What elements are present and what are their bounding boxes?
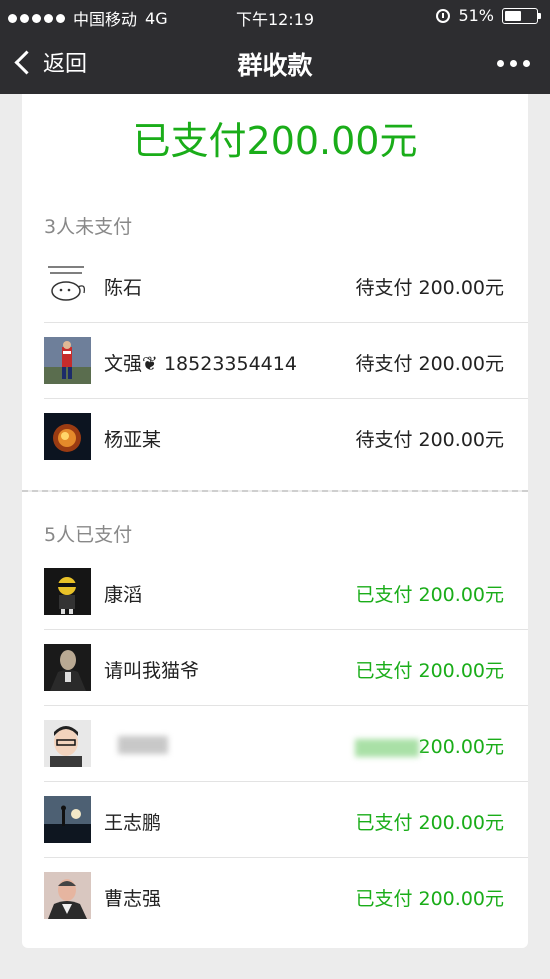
member-name: 曹志强 <box>104 888 162 910</box>
avatar <box>44 413 91 460</box>
more-dot-icon <box>510 60 517 67</box>
avatar <box>44 337 91 384</box>
alarm-icon <box>436 8 451 23</box>
nav-bar: 返回 群收款 <box>0 32 550 94</box>
payment-status: 已支付 200.00元 <box>355 660 504 682</box>
payment-status: 已支付 200.00元 <box>355 888 504 910</box>
total-paid-amount: 已支付200.00元 <box>132 119 418 163</box>
member-name: 康滔 <box>104 584 143 606</box>
battery-icon <box>502 7 541 24</box>
member-name-redacted <box>118 736 168 754</box>
avatar <box>44 872 91 919</box>
member-name: 王志鹏 <box>104 812 162 834</box>
payment-status: 待支付 200.00元 <box>355 429 504 451</box>
avatar <box>44 796 91 843</box>
avatar <box>44 644 91 691</box>
payment-status: 待支付 200.00元 <box>355 353 504 375</box>
payment-status: 已支付 200.00元 <box>355 812 504 834</box>
list-item[interactable]: 请叫我猫爷 已支付 200.00元 <box>22 630 528 706</box>
battery-percent: 51% <box>458 6 494 25</box>
member-name: 陈石 <box>104 277 143 299</box>
list-item[interactable]: 康滔 已支付 200.00元 <box>22 554 528 630</box>
status-bar: 中国移动 4G 下午12:19 51% <box>0 0 550 32</box>
more-dot-icon <box>523 60 530 67</box>
paid-card: 5人已支付 康滔 已支付 200.00元 请叫我猫爷 已支付 200.00元 2… <box>22 492 528 948</box>
payment-amount: 200.00元 <box>418 736 504 758</box>
avatar <box>44 261 91 308</box>
avatar <box>44 720 91 767</box>
unpaid-section-title: 3人未支付 <box>44 216 133 238</box>
payment-status: 已支付 200.00元 <box>355 584 504 606</box>
payment-status: 待支付 200.00元 <box>355 277 504 299</box>
payment-status: 200.00元 <box>354 732 504 759</box>
member-name: 杨亚某 <box>104 429 162 451</box>
list-item[interactable]: 文强❦ 18523354414 待支付 200.00元 <box>22 323 528 399</box>
list-item[interactable]: 王志鹏 已支付 200.00元 <box>22 782 528 858</box>
more-options-button[interactable] <box>497 60 530 67</box>
unpaid-card: 已支付200.00元 3人未支付 陈石 待支付 200.00元 文强❦ 1852… <box>22 94 528 490</box>
page-title: 群收款 <box>237 51 313 80</box>
avatar <box>44 568 91 615</box>
list-item[interactable]: 陈石 待支付 200.00元 <box>22 247 528 323</box>
redacted-status-prefix <box>354 738 419 757</box>
more-dot-icon <box>497 60 504 67</box>
member-name: 文强❦ 18523354414 <box>104 353 297 375</box>
list-item[interactable]: 200.00元 <box>22 706 528 782</box>
paid-section-title: 5人已支付 <box>44 524 133 546</box>
list-item[interactable]: 曹志强 已支付 200.00元 <box>22 858 528 934</box>
list-item[interactable]: 杨亚某 待支付 200.00元 <box>22 399 528 475</box>
member-name: 请叫我猫爷 <box>104 660 200 682</box>
